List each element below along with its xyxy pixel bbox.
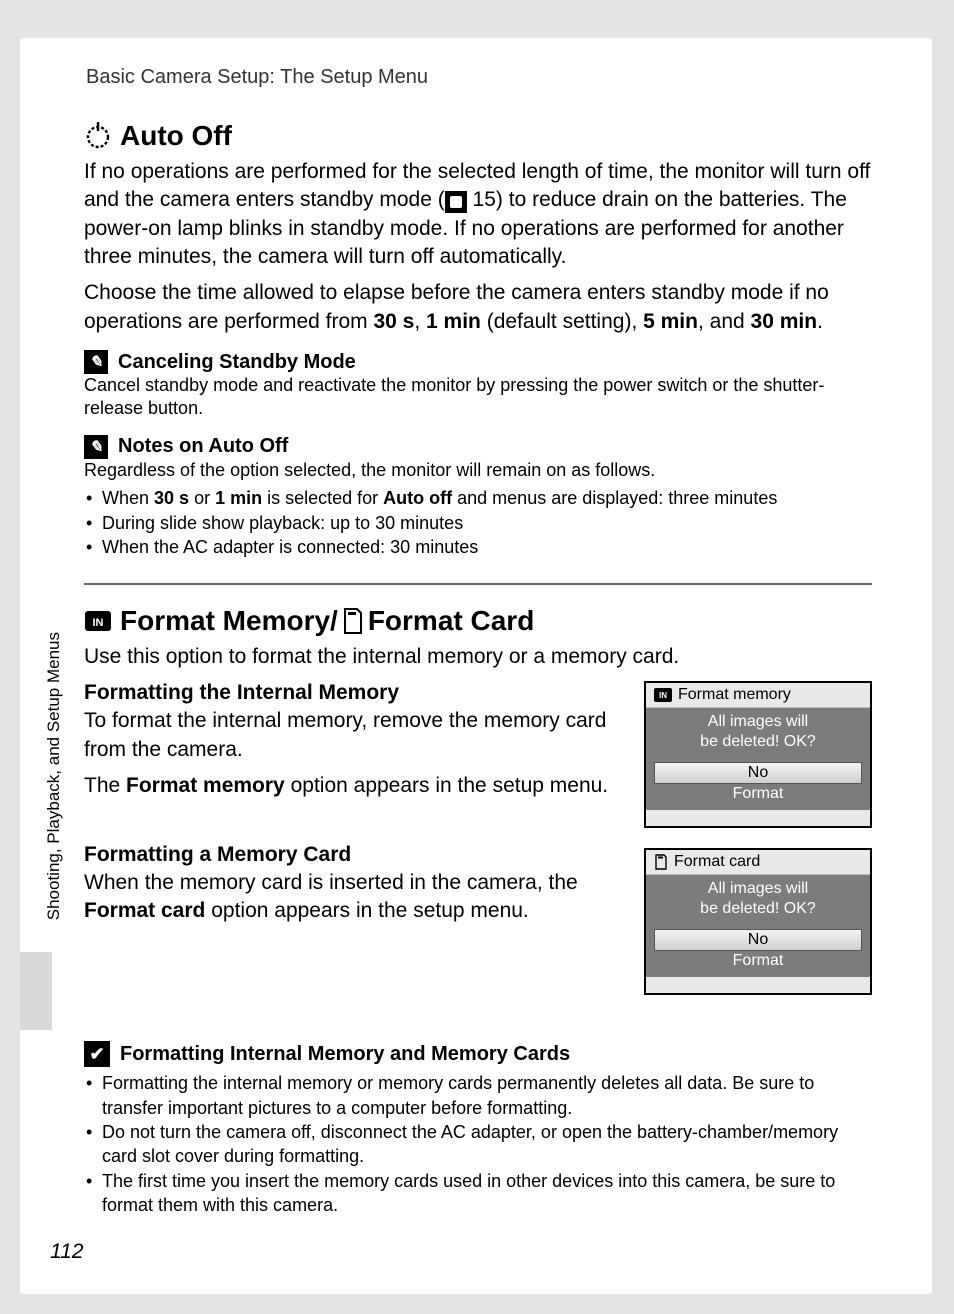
text: Format card xyxy=(84,899,205,922)
lcd-footer xyxy=(646,977,870,993)
note-cancel-standby-body: Cancel standby mode and reactivate the m… xyxy=(84,374,872,421)
warning-title: ✔ Formatting Internal Memory and Memory … xyxy=(84,1041,872,1067)
lcd-format-card: Format card All images will be deleted! … xyxy=(644,848,872,995)
lcd-column: IN Format memory All images will be dele… xyxy=(644,681,872,1015)
option-1min: 1 min xyxy=(426,310,481,333)
text: The xyxy=(84,774,126,797)
text: is selected for xyxy=(262,488,383,508)
heading-format-text-b: Format Card xyxy=(368,605,534,637)
lcd-title-row: IN Format memory xyxy=(646,683,870,708)
pencil-note-icon: ✎ xyxy=(84,350,108,374)
auto-off-paragraph-1: If no operations are performed for the s… xyxy=(84,158,872,271)
text: All images will xyxy=(652,712,864,732)
text: option appears in the setup menu. xyxy=(205,899,528,922)
text: 1 min xyxy=(215,488,262,508)
power-timer-icon xyxy=(84,122,112,150)
lcd-title-text: Format card xyxy=(674,853,760,871)
text: All images will xyxy=(652,879,864,899)
internal-memory-icon: IN xyxy=(84,610,112,632)
sub-heading-internal-memory: Formatting the Internal Memory xyxy=(84,681,624,705)
memory-card-icon xyxy=(654,854,668,870)
list-item: Do not turn the camera off, disconnect t… xyxy=(84,1120,872,1169)
internal-memory-icon: IN xyxy=(654,688,672,702)
lcd-title-text: Format memory xyxy=(678,686,791,704)
text: Auto off xyxy=(383,488,452,508)
page-number: 112 xyxy=(50,1240,83,1264)
option-30min: 30 min xyxy=(751,310,818,333)
section-divider xyxy=(84,583,872,585)
side-tab-label: Shooting, Playback, and Setup Menus xyxy=(44,632,64,920)
page-ref-number: 15 xyxy=(473,188,496,211)
text: and menus are displayed: three minutes xyxy=(452,488,777,508)
text: When xyxy=(102,488,154,508)
note-auto-off-title: ✎ Notes on Auto Off xyxy=(84,435,872,459)
svg-text:IN: IN xyxy=(659,691,667,700)
lcd-options: No Format xyxy=(646,762,870,810)
lcd-option-format[interactable]: Format xyxy=(646,784,870,804)
text: Format memory xyxy=(126,774,285,797)
text: When the memory card is inserted in the … xyxy=(84,871,578,894)
svg-text:IN: IN xyxy=(93,617,104,629)
text: . xyxy=(817,310,823,333)
sub-heading-memory-card: Formatting a Memory Card xyxy=(84,843,624,867)
text: Formatting Internal Memory and Memory Ca… xyxy=(120,1043,570,1066)
manual-page: Basic Camera Setup: The Setup Menu Shoot… xyxy=(20,38,932,1294)
memory-card-icon xyxy=(342,608,364,634)
running-header: Basic Camera Setup: The Setup Menu xyxy=(86,66,428,89)
text: , and xyxy=(698,310,751,333)
side-tab-marker xyxy=(20,952,52,1030)
list-item: The first time you insert the memory car… xyxy=(84,1169,872,1218)
format-intro: Use this option to format the internal m… xyxy=(84,643,872,671)
list-item: When the AC adapter is connected: 30 min… xyxy=(84,535,872,559)
format-card-p: When the memory card is inserted in the … xyxy=(84,869,624,926)
lcd-message: All images will be deleted! OK? xyxy=(646,875,870,929)
page-ref-icon xyxy=(445,191,467,213)
option-30s: 30 s xyxy=(373,310,414,333)
text: option appears in the setup menu. xyxy=(285,774,608,797)
lcd-option-no[interactable]: No xyxy=(654,929,862,951)
format-mem-p1: To format the internal memory, remove th… xyxy=(84,707,624,764)
auto-off-notes-list: When 30 s or 1 min is selected for Auto … xyxy=(84,486,872,559)
heading-auto-off: Auto Off xyxy=(84,120,872,152)
option-5min: 5 min xyxy=(643,310,698,333)
lcd-options: No Format xyxy=(646,929,870,977)
check-warning-icon: ✔ xyxy=(84,1041,110,1067)
lcd-title-row: Format card xyxy=(646,850,870,875)
list-item: When 30 s or 1 min is selected for Auto … xyxy=(84,486,872,510)
text: be deleted! OK? xyxy=(652,899,864,919)
heading-format-text-a: Format Memory/ xyxy=(120,605,338,637)
note-cancel-standby-title: ✎ Canceling Standby Mode xyxy=(84,350,872,374)
text: or xyxy=(189,488,215,508)
warning-list: Formatting the internal memory or memory… xyxy=(84,1071,872,1217)
list-item: During slide show playback: up to 30 min… xyxy=(84,511,872,535)
text: (default setting), xyxy=(481,310,643,333)
heading-format: IN Format Memory/ Format Card xyxy=(84,605,872,637)
lcd-format-memory: IN Format memory All images will be dele… xyxy=(644,681,872,828)
lcd-message: All images will be deleted! OK? xyxy=(646,708,870,762)
auto-off-paragraph-2: Choose the time allowed to elapse before… xyxy=(84,279,872,336)
text: Notes on Auto Off xyxy=(118,435,288,458)
lcd-option-format[interactable]: Format xyxy=(646,951,870,971)
lcd-option-no[interactable]: No xyxy=(654,762,862,784)
text: be deleted! OK? xyxy=(652,732,864,752)
list-item: Formatting the internal memory or memory… xyxy=(84,1071,872,1120)
text: 30 s xyxy=(154,488,189,508)
text: Canceling Standby Mode xyxy=(118,351,356,374)
lcd-footer xyxy=(646,810,870,826)
heading-auto-off-text: Auto Off xyxy=(120,120,232,152)
note-auto-off-intro: Regardless of the option selected, the m… xyxy=(84,459,872,482)
pencil-note-icon: ✎ xyxy=(84,435,108,459)
format-mem-p2: The Format memory option appears in the … xyxy=(84,772,624,800)
